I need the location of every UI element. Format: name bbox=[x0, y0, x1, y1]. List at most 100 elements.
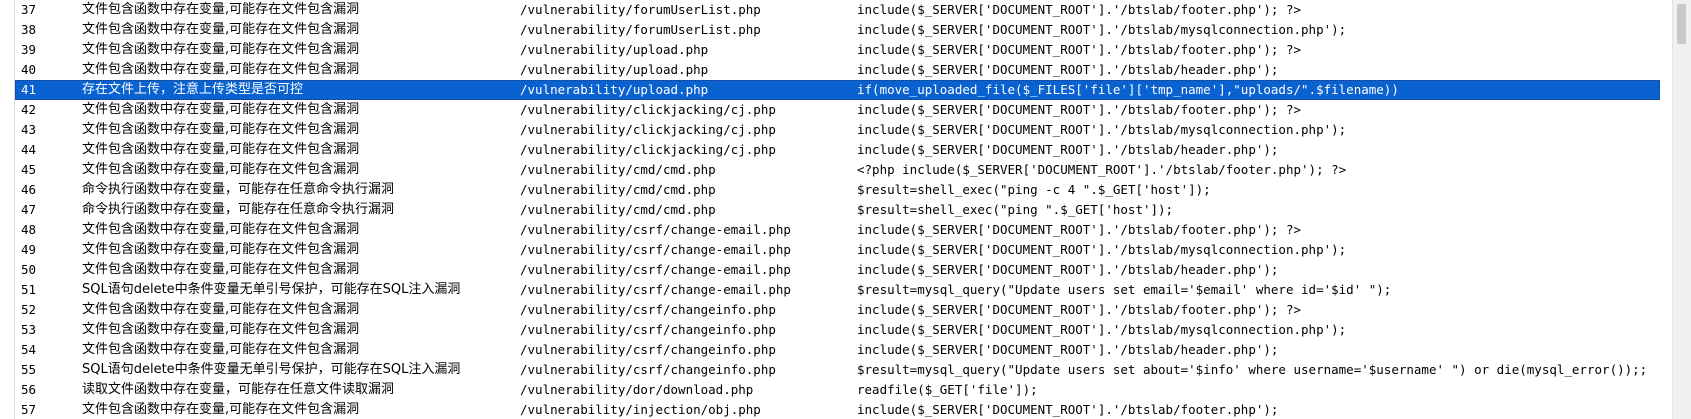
row-code-snippet: include($_SERVER['DOCUMENT_ROOT'].'/btsl… bbox=[857, 62, 1279, 77]
row-description: SQL语句delete中条件变量无单引号保护，可能存在SQL注入漏洞 bbox=[82, 362, 461, 377]
row-file-path: /vulnerability/upload.php bbox=[520, 82, 709, 97]
row-description: 文件包含函数中存在变量,可能存在文件包含漏洞 bbox=[82, 302, 360, 317]
row-id: 51 bbox=[21, 282, 37, 297]
row-description: 文件包含函数中存在变量,可能存在文件包含漏洞 bbox=[82, 322, 360, 337]
row-code-snippet: $result=shell_exec("ping ".$_GET['host']… bbox=[857, 202, 1174, 217]
row-description: 文件包含函数中存在变量,可能存在文件包含漏洞 bbox=[82, 402, 360, 417]
row-file-path: /vulnerability/upload.php bbox=[520, 62, 709, 77]
table-row-selected[interactable]: 41 存在文件上传，注意上传类型是否可控/vulnerability/upload… bbox=[15, 80, 1660, 100]
row-code-snippet: include($_SERVER['DOCUMENT_ROOT'].'/btsl… bbox=[857, 262, 1279, 277]
row-file-path: /vulnerability/csrf/change-email.php bbox=[520, 282, 791, 297]
table-row[interactable]: 50 文件包含函数中存在变量,可能存在文件包含漏洞/vulnerability/c… bbox=[15, 260, 1660, 280]
row-file-path: /vulnerability/clickjacking/cj.php bbox=[520, 142, 776, 157]
row-id: 40 bbox=[21, 62, 37, 77]
row-id: 49 bbox=[21, 242, 37, 257]
table-row[interactable]: 44 文件包含函数中存在变量,可能存在文件包含漏洞/vulnerability/c… bbox=[15, 140, 1660, 160]
table-row[interactable]: 46 命令执行函数中存在变量，可能存在任意命令执行漏洞/vulnerability… bbox=[15, 180, 1660, 200]
row-code-snippet: readfile($_GET['file']); bbox=[857, 382, 1038, 397]
table-row[interactable]: 52 文件包含函数中存在变量,可能存在文件包含漏洞/vulnerability/c… bbox=[15, 300, 1660, 320]
row-id: 41 bbox=[21, 82, 37, 97]
row-file-path: /vulnerability/csrf/changeinfo.php bbox=[520, 302, 776, 317]
row-code-snippet: $result=shell_exec("ping -c 4 ".$_GET['h… bbox=[857, 182, 1211, 197]
row-description: 文件包含函数中存在变量,可能存在文件包含漏洞 bbox=[82, 222, 360, 237]
row-id: 52 bbox=[21, 302, 37, 317]
row-description: 文件包含函数中存在变量,可能存在文件包含漏洞 bbox=[82, 142, 360, 157]
row-description: SQL语句delete中条件变量无单引号保护，可能存在SQL注入漏洞 bbox=[82, 282, 461, 297]
row-id: 45 bbox=[21, 162, 37, 177]
table-row[interactable]: 51 SQL语句delete中条件变量无单引号保护，可能存在SQL注入漏洞/vul… bbox=[15, 280, 1660, 300]
row-code-snippet: include($_SERVER['DOCUMENT_ROOT'].'/btsl… bbox=[857, 142, 1279, 157]
table-row[interactable]: 56 读取文件函数中存在变量，可能存在任意文件读取漏洞/vulnerability… bbox=[15, 380, 1660, 400]
row-id: 37 bbox=[21, 2, 37, 17]
row-file-path: /vulnerability/forumUserList.php bbox=[520, 2, 761, 17]
table-row[interactable]: 43 文件包含函数中存在变量,可能存在文件包含漏洞/vulnerability/c… bbox=[15, 120, 1660, 140]
row-description: 文件包含函数中存在变量,可能存在文件包含漏洞 bbox=[82, 102, 360, 117]
table-row[interactable]: 49 文件包含函数中存在变量,可能存在文件包含漏洞/vulnerability/c… bbox=[15, 240, 1660, 260]
row-id: 47 bbox=[21, 202, 37, 217]
row-id: 57 bbox=[21, 402, 37, 417]
row-code-snippet: include($_SERVER['DOCUMENT_ROOT'].'/btsl… bbox=[857, 402, 1279, 417]
table-row[interactable]: 57 文件包含函数中存在变量,可能存在文件包含漏洞/vulnerability/i… bbox=[15, 400, 1660, 419]
table-row[interactable]: 40 文件包含函数中存在变量,可能存在文件包含漏洞/vulnerability/u… bbox=[15, 60, 1660, 80]
row-file-path: /vulnerability/clickjacking/cj.php bbox=[520, 122, 776, 137]
row-description: 存在文件上传，注意上传类型是否可控 bbox=[82, 82, 304, 97]
row-file-path: /vulnerability/csrf/change-email.php bbox=[520, 222, 791, 237]
row-id: 53 bbox=[21, 322, 37, 337]
scrollbar-thumb[interactable] bbox=[1677, 4, 1686, 44]
row-code-snippet: if(move_uploaded_file($_FILES['file']['t… bbox=[857, 82, 1399, 97]
row-file-path: /vulnerability/csrf/changeinfo.php bbox=[520, 362, 776, 377]
row-file-path: /vulnerability/injection/obj.php bbox=[520, 402, 761, 417]
table-row[interactable]: 53 文件包含函数中存在变量,可能存在文件包含漏洞/vulnerability/c… bbox=[15, 320, 1660, 340]
row-description: 命令执行函数中存在变量，可能存在任意命令执行漏洞 bbox=[82, 202, 395, 217]
table-row[interactable]: 45 文件包含函数中存在变量,可能存在文件包含漏洞/vulnerability/c… bbox=[15, 160, 1660, 180]
table-row[interactable]: 42 文件包含函数中存在变量,可能存在文件包含漏洞/vulnerability/c… bbox=[15, 100, 1660, 120]
row-description: 文件包含函数中存在变量,可能存在文件包含漏洞 bbox=[82, 42, 360, 57]
row-file-path: /vulnerability/csrf/changeinfo.php bbox=[520, 342, 776, 357]
row-description: 文件包含函数中存在变量,可能存在文件包含漏洞 bbox=[82, 2, 360, 17]
results-window: 37 文件包含函数中存在变量,可能存在文件包含漏洞/vulnerability/f… bbox=[0, 0, 1691, 419]
row-code-snippet: include($_SERVER['DOCUMENT_ROOT'].'/btsl… bbox=[857, 222, 1302, 237]
table-row[interactable]: 39 文件包含函数中存在变量,可能存在文件包含漏洞/vulnerability/u… bbox=[15, 40, 1660, 60]
vulnerability-results-list[interactable]: 37 文件包含函数中存在变量,可能存在文件包含漏洞/vulnerability/f… bbox=[14, 0, 1660, 419]
row-description: 文件包含函数中存在变量,可能存在文件包含漏洞 bbox=[82, 162, 360, 177]
row-id: 44 bbox=[21, 142, 37, 157]
row-code-snippet: include($_SERVER['DOCUMENT_ROOT'].'/btsl… bbox=[857, 42, 1302, 57]
row-description: 文件包含函数中存在变量,可能存在文件包含漏洞 bbox=[82, 262, 360, 277]
vertical-scrollbar[interactable] bbox=[1672, 0, 1691, 419]
row-code-snippet: include($_SERVER['DOCUMENT_ROOT'].'/btsl… bbox=[857, 22, 1347, 37]
row-code-snippet: include($_SERVER['DOCUMENT_ROOT'].'/btsl… bbox=[857, 2, 1302, 17]
row-description: 文件包含函数中存在变量,可能存在文件包含漏洞 bbox=[82, 122, 360, 137]
row-file-path: /vulnerability/cmd/cmd.php bbox=[520, 182, 716, 197]
row-description: 命令执行函数中存在变量，可能存在任意命令执行漏洞 bbox=[82, 182, 395, 197]
row-id: 42 bbox=[21, 102, 37, 117]
row-file-path: /vulnerability/cmd/cmd.php bbox=[520, 202, 716, 217]
row-id: 50 bbox=[21, 262, 37, 277]
row-id: 56 bbox=[21, 382, 37, 397]
row-id: 38 bbox=[21, 22, 37, 37]
row-description: 文件包含函数中存在变量,可能存在文件包含漏洞 bbox=[82, 22, 360, 37]
table-row[interactable]: 54 文件包含函数中存在变量,可能存在文件包含漏洞/vulnerability/c… bbox=[15, 340, 1660, 360]
row-id: 55 bbox=[21, 362, 37, 377]
row-description: 文件包含函数中存在变量,可能存在文件包含漏洞 bbox=[82, 342, 360, 357]
table-row[interactable]: 37 文件包含函数中存在变量,可能存在文件包含漏洞/vulnerability/f… bbox=[15, 0, 1660, 20]
row-code-snippet: include($_SERVER['DOCUMENT_ROOT'].'/btsl… bbox=[857, 342, 1279, 357]
table-row[interactable]: 48 文件包含函数中存在变量,可能存在文件包含漏洞/vulnerability/c… bbox=[15, 220, 1660, 240]
row-code-snippet: include($_SERVER['DOCUMENT_ROOT'].'/btsl… bbox=[857, 242, 1347, 257]
row-file-path: /vulnerability/dor/download.php bbox=[520, 382, 754, 397]
row-code-snippet: include($_SERVER['DOCUMENT_ROOT'].'/btsl… bbox=[857, 302, 1302, 317]
table-row[interactable]: 47 命令执行函数中存在变量，可能存在任意命令执行漏洞/vulnerability… bbox=[15, 200, 1660, 220]
row-id: 43 bbox=[21, 122, 37, 137]
row-file-path: /vulnerability/csrf/change-email.php bbox=[520, 262, 791, 277]
row-code-snippet: <?php include($_SERVER['DOCUMENT_ROOT'].… bbox=[857, 162, 1347, 177]
row-id: 39 bbox=[21, 42, 37, 57]
row-description: 读取文件函数中存在变量，可能存在任意文件读取漏洞 bbox=[82, 382, 395, 397]
row-file-path: /vulnerability/clickjacking/cj.php bbox=[520, 102, 776, 117]
row-code-snippet: $result=mysql_query("Update users set ab… bbox=[857, 362, 1648, 377]
table-row[interactable]: 55 SQL语句delete中条件变量无单引号保护，可能存在SQL注入漏洞/vul… bbox=[15, 360, 1660, 380]
row-file-path: /vulnerability/upload.php bbox=[520, 42, 709, 57]
table-row[interactable]: 38 文件包含函数中存在变量,可能存在文件包含漏洞/vulnerability/f… bbox=[15, 20, 1660, 40]
row-description: 文件包含函数中存在变量,可能存在文件包含漏洞 bbox=[82, 242, 360, 257]
row-file-path: /vulnerability/csrf/change-email.php bbox=[520, 242, 791, 257]
row-code-snippet: include($_SERVER['DOCUMENT_ROOT'].'/btsl… bbox=[857, 322, 1347, 337]
row-code-snippet: include($_SERVER['DOCUMENT_ROOT'].'/btsl… bbox=[857, 122, 1347, 137]
